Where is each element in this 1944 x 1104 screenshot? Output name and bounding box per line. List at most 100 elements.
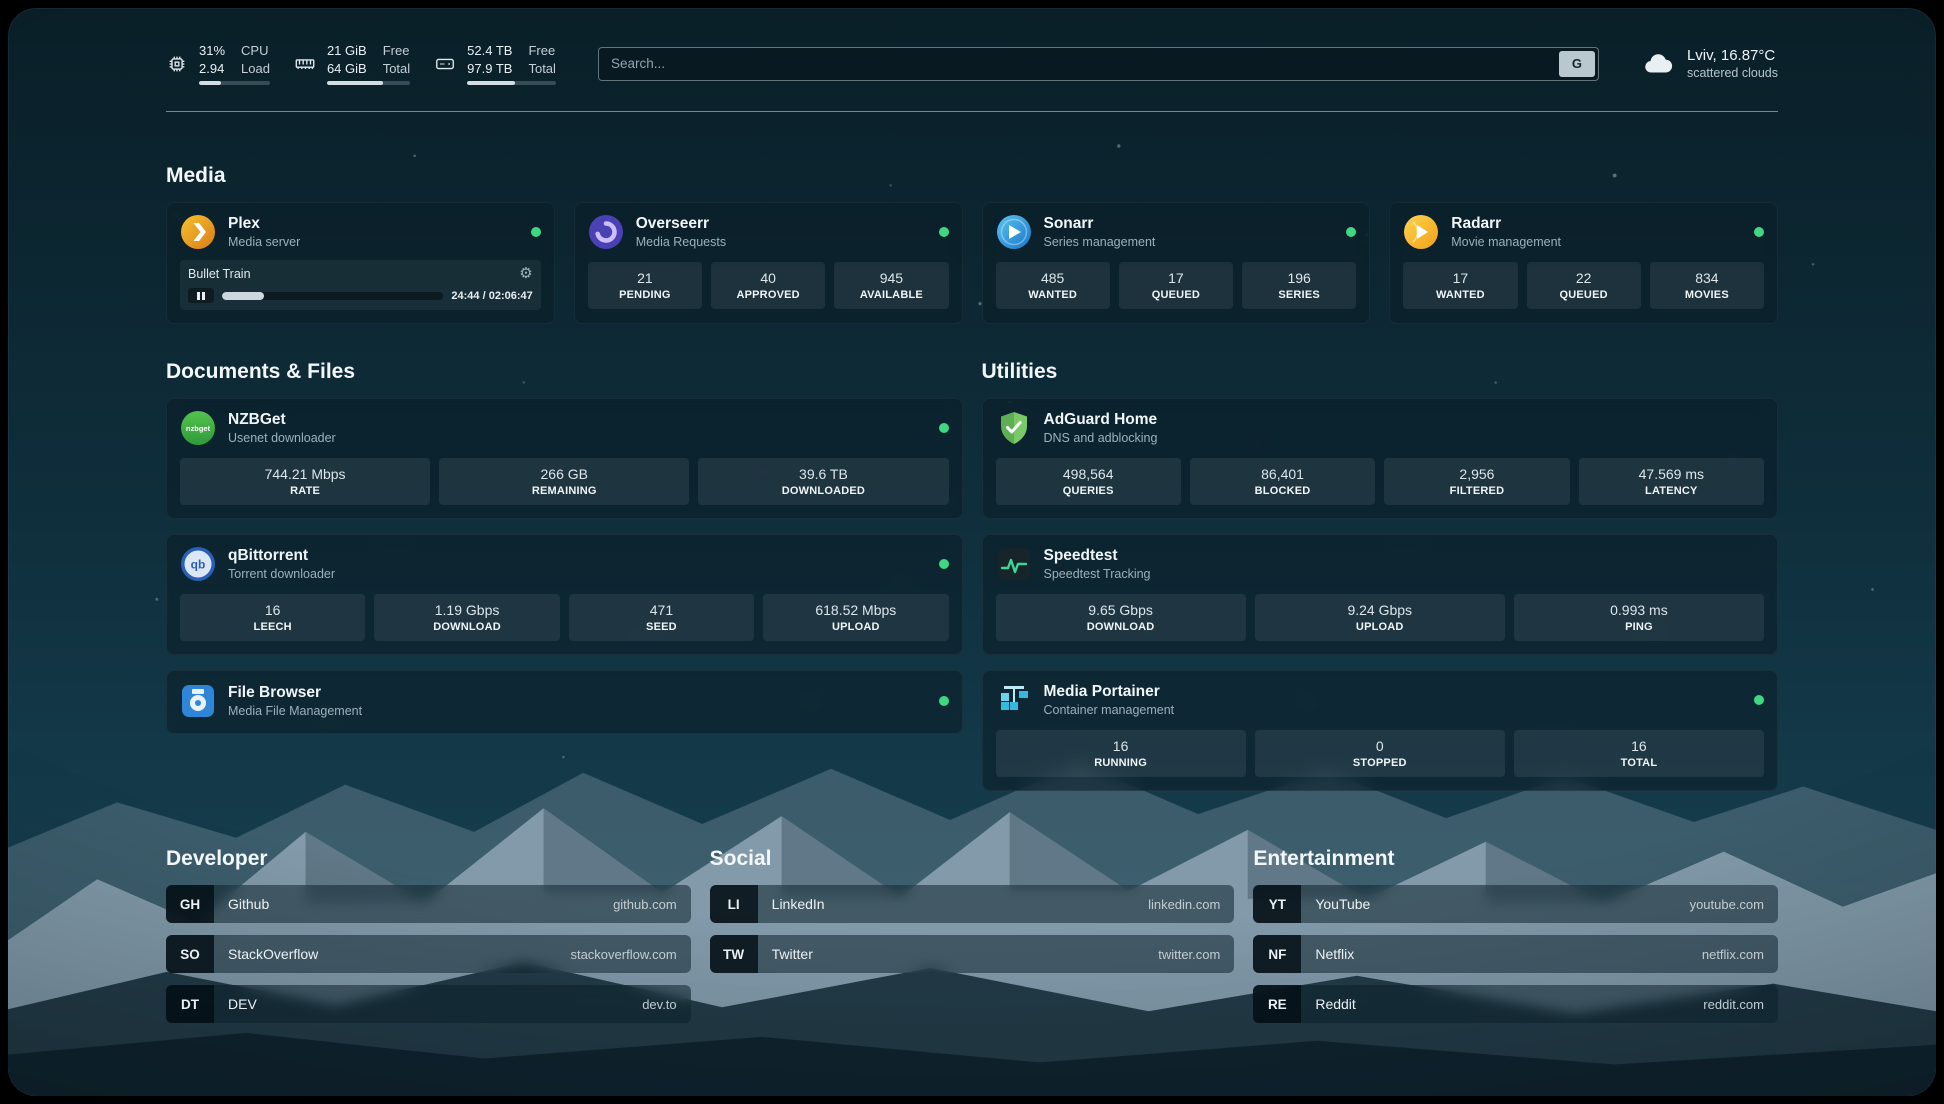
- card-overseerr[interactable]: Overseerr Media Requests 21 PENDING 40 A…: [574, 202, 963, 324]
- service-desc-radarr: Movie management: [1451, 235, 1561, 249]
- section-title-media: Media: [166, 164, 1778, 188]
- section-title-developer: Developer: [166, 847, 691, 871]
- pause-button[interactable]: [188, 288, 214, 303]
- stat-stopped: 0 STOPPED: [1255, 730, 1505, 777]
- memory-usage-bar: [327, 81, 410, 85]
- service-desc-nzbget: Usenet downloader: [228, 431, 336, 445]
- cpu-icon: [166, 53, 188, 75]
- bookmark-dev[interactable]: DT DEV dev.to: [166, 985, 691, 1023]
- status-online-dot: [939, 227, 949, 237]
- cpu-load-label: Load: [241, 60, 270, 78]
- card-speedtest[interactable]: Speedtest Speedtest Tracking 9.65 Gbps D…: [982, 534, 1779, 655]
- section-title-documents: Documents & Files: [166, 360, 963, 384]
- memory-total-label: Total: [383, 60, 410, 78]
- stat-download: 9.65 Gbps DOWNLOAD: [996, 594, 1246, 641]
- stat-blocked: 86,401 BLOCKED: [1190, 458, 1375, 505]
- stat-downloaded: 39.6 TB DOWNLOADED: [698, 458, 948, 505]
- section-entertainment: Entertainment YT YouTube youtube.com NF …: [1253, 847, 1778, 1023]
- sonarr-icon: [996, 214, 1032, 250]
- service-desc-overseerr: Media Requests: [636, 235, 726, 249]
- svg-text:qb: qb: [191, 558, 206, 572]
- playback-progress-bar[interactable]: [222, 292, 443, 300]
- stat-latency: 47.569 ms LATENCY: [1579, 458, 1764, 505]
- section-title-entertainment: Entertainment: [1253, 847, 1778, 871]
- disk-usage-bar: [467, 81, 556, 85]
- service-desc-filebrowser: Media File Management: [228, 704, 362, 718]
- bookmark-name: StackOverflow: [214, 935, 318, 973]
- card-nzbget[interactable]: nzbget NZBGet Usenet downloader 744.21 M…: [166, 398, 963, 519]
- memory-usage-bar-fill: [327, 81, 383, 85]
- section-media: Media Plex Media se: [166, 164, 1778, 324]
- bookmark-name: Netflix: [1301, 935, 1354, 973]
- bookmark-url: github.com: [613, 885, 691, 923]
- bookmark-linkedin[interactable]: LI LinkedIn linkedin.com: [710, 885, 1235, 923]
- memory-icon: [294, 53, 316, 75]
- settings-gear-icon[interactable]: ⚙: [519, 266, 532, 281]
- stat-total: 16 TOTAL: [1514, 730, 1764, 777]
- stat-movies: 834 MOVIES: [1650, 262, 1764, 309]
- status-online-dot: [1346, 227, 1356, 237]
- stat-wanted: 485 WANTED: [996, 262, 1110, 309]
- dashboard-content: 31% 2.94 CPU Load: [166, 8, 1778, 1059]
- filebrowser-icon: [180, 683, 216, 719]
- status-online-dot: [939, 559, 949, 569]
- memory-free-label: Free: [383, 42, 410, 60]
- bookmark-reddit[interactable]: RE Reddit reddit.com: [1253, 985, 1778, 1023]
- service-desc-sonarr: Series management: [1044, 235, 1156, 249]
- stat-available: 945 AVAILABLE: [834, 262, 948, 309]
- bookmark-name: Twitter: [758, 935, 813, 973]
- section-social: Social LI LinkedIn linkedin.com TW Twitt…: [710, 847, 1235, 1023]
- portainer-icon: [996, 682, 1032, 718]
- bookmark-url: dev.to: [642, 985, 690, 1023]
- stat-remaining: 266 GB REMAINING: [439, 458, 689, 505]
- card-radarr[interactable]: Radarr Movie management 17 WANTED 22 QUE…: [1389, 202, 1778, 324]
- section-documents: Documents & Files nzbget: [166, 360, 963, 791]
- playback-time: 24:44 / 02:06:47: [451, 290, 532, 302]
- service-name-plex: Plex: [228, 215, 300, 234]
- card-adguard[interactable]: AdGuard Home DNS and adblocking 498,564 …: [982, 398, 1779, 519]
- card-portainer[interactable]: Media Portainer Container management 16 …: [982, 670, 1779, 791]
- card-qbittorrent[interactable]: qb qBittorrent Torrent downloader 16: [166, 534, 963, 655]
- cloud-icon: [1641, 47, 1675, 81]
- bookmark-url: netflix.com: [1702, 935, 1778, 973]
- card-sonarr[interactable]: Sonarr Series management 485 WANTED 17 Q…: [982, 202, 1371, 324]
- stat-leech: 16 LEECH: [180, 594, 365, 641]
- stat-wanted: 17 WANTED: [1403, 262, 1517, 309]
- dashboard-window: 31% 2.94 CPU Load: [8, 8, 1936, 1096]
- search-input[interactable]: [598, 47, 1599, 81]
- search-provider-button[interactable]: G: [1559, 51, 1595, 77]
- weather-condition: scattered clouds: [1687, 66, 1778, 80]
- stat-pending: 21 PENDING: [588, 262, 702, 309]
- bookmark-abbr: YT: [1253, 885, 1301, 923]
- service-name-speedtest: Speedtest: [1044, 547, 1151, 566]
- svg-text:nzbget: nzbget: [186, 424, 211, 433]
- cpu-load-value: 2.94: [199, 60, 225, 78]
- service-name-sonarr: Sonarr: [1044, 215, 1156, 234]
- stat-seed: 471 SEED: [569, 594, 754, 641]
- plex-now-playing: Bullet Train ⚙ 24:44 / 02:06:47: [180, 260, 541, 310]
- bookmark-github[interactable]: GH Github github.com: [166, 885, 691, 923]
- header-divider: [166, 111, 1778, 112]
- card-plex[interactable]: Plex Media server Bullet Train ⚙: [166, 202, 555, 324]
- disk-usage-bar-fill: [467, 81, 515, 85]
- stat-queries: 498,564 QUERIES: [996, 458, 1181, 505]
- card-filebrowser[interactable]: File Browser Media File Management: [166, 670, 963, 734]
- service-name-portainer: Media Portainer: [1044, 683, 1175, 702]
- bookmark-stackoverflow[interactable]: SO StackOverflow stackoverflow.com: [166, 935, 691, 973]
- bookmark-twitter[interactable]: TW Twitter twitter.com: [710, 935, 1235, 973]
- bookmark-url: reddit.com: [1703, 985, 1778, 1023]
- bookmark-netflix[interactable]: NF Netflix netflix.com: [1253, 935, 1778, 973]
- service-desc-portainer: Container management: [1044, 703, 1175, 717]
- service-name-overseerr: Overseerr: [636, 215, 726, 234]
- bookmark-abbr: TW: [710, 935, 758, 973]
- service-name-filebrowser: File Browser: [228, 684, 362, 703]
- service-name-adguard: AdGuard Home: [1044, 411, 1158, 430]
- stat-filtered: 2,956 FILTERED: [1384, 458, 1569, 505]
- disk-widget: 52.4 TB 97.9 TB Free Total: [434, 42, 556, 85]
- cpu-usage-bar: [199, 81, 270, 85]
- bookmark-youtube[interactable]: YT YouTube youtube.com: [1253, 885, 1778, 923]
- system-resources: 31% 2.94 CPU Load: [166, 42, 556, 85]
- weather-widget[interactable]: Lviv, 16.87°C scattered clouds: [1641, 47, 1778, 81]
- bookmark-name: Reddit: [1301, 985, 1355, 1023]
- bookmark-abbr: SO: [166, 935, 214, 973]
